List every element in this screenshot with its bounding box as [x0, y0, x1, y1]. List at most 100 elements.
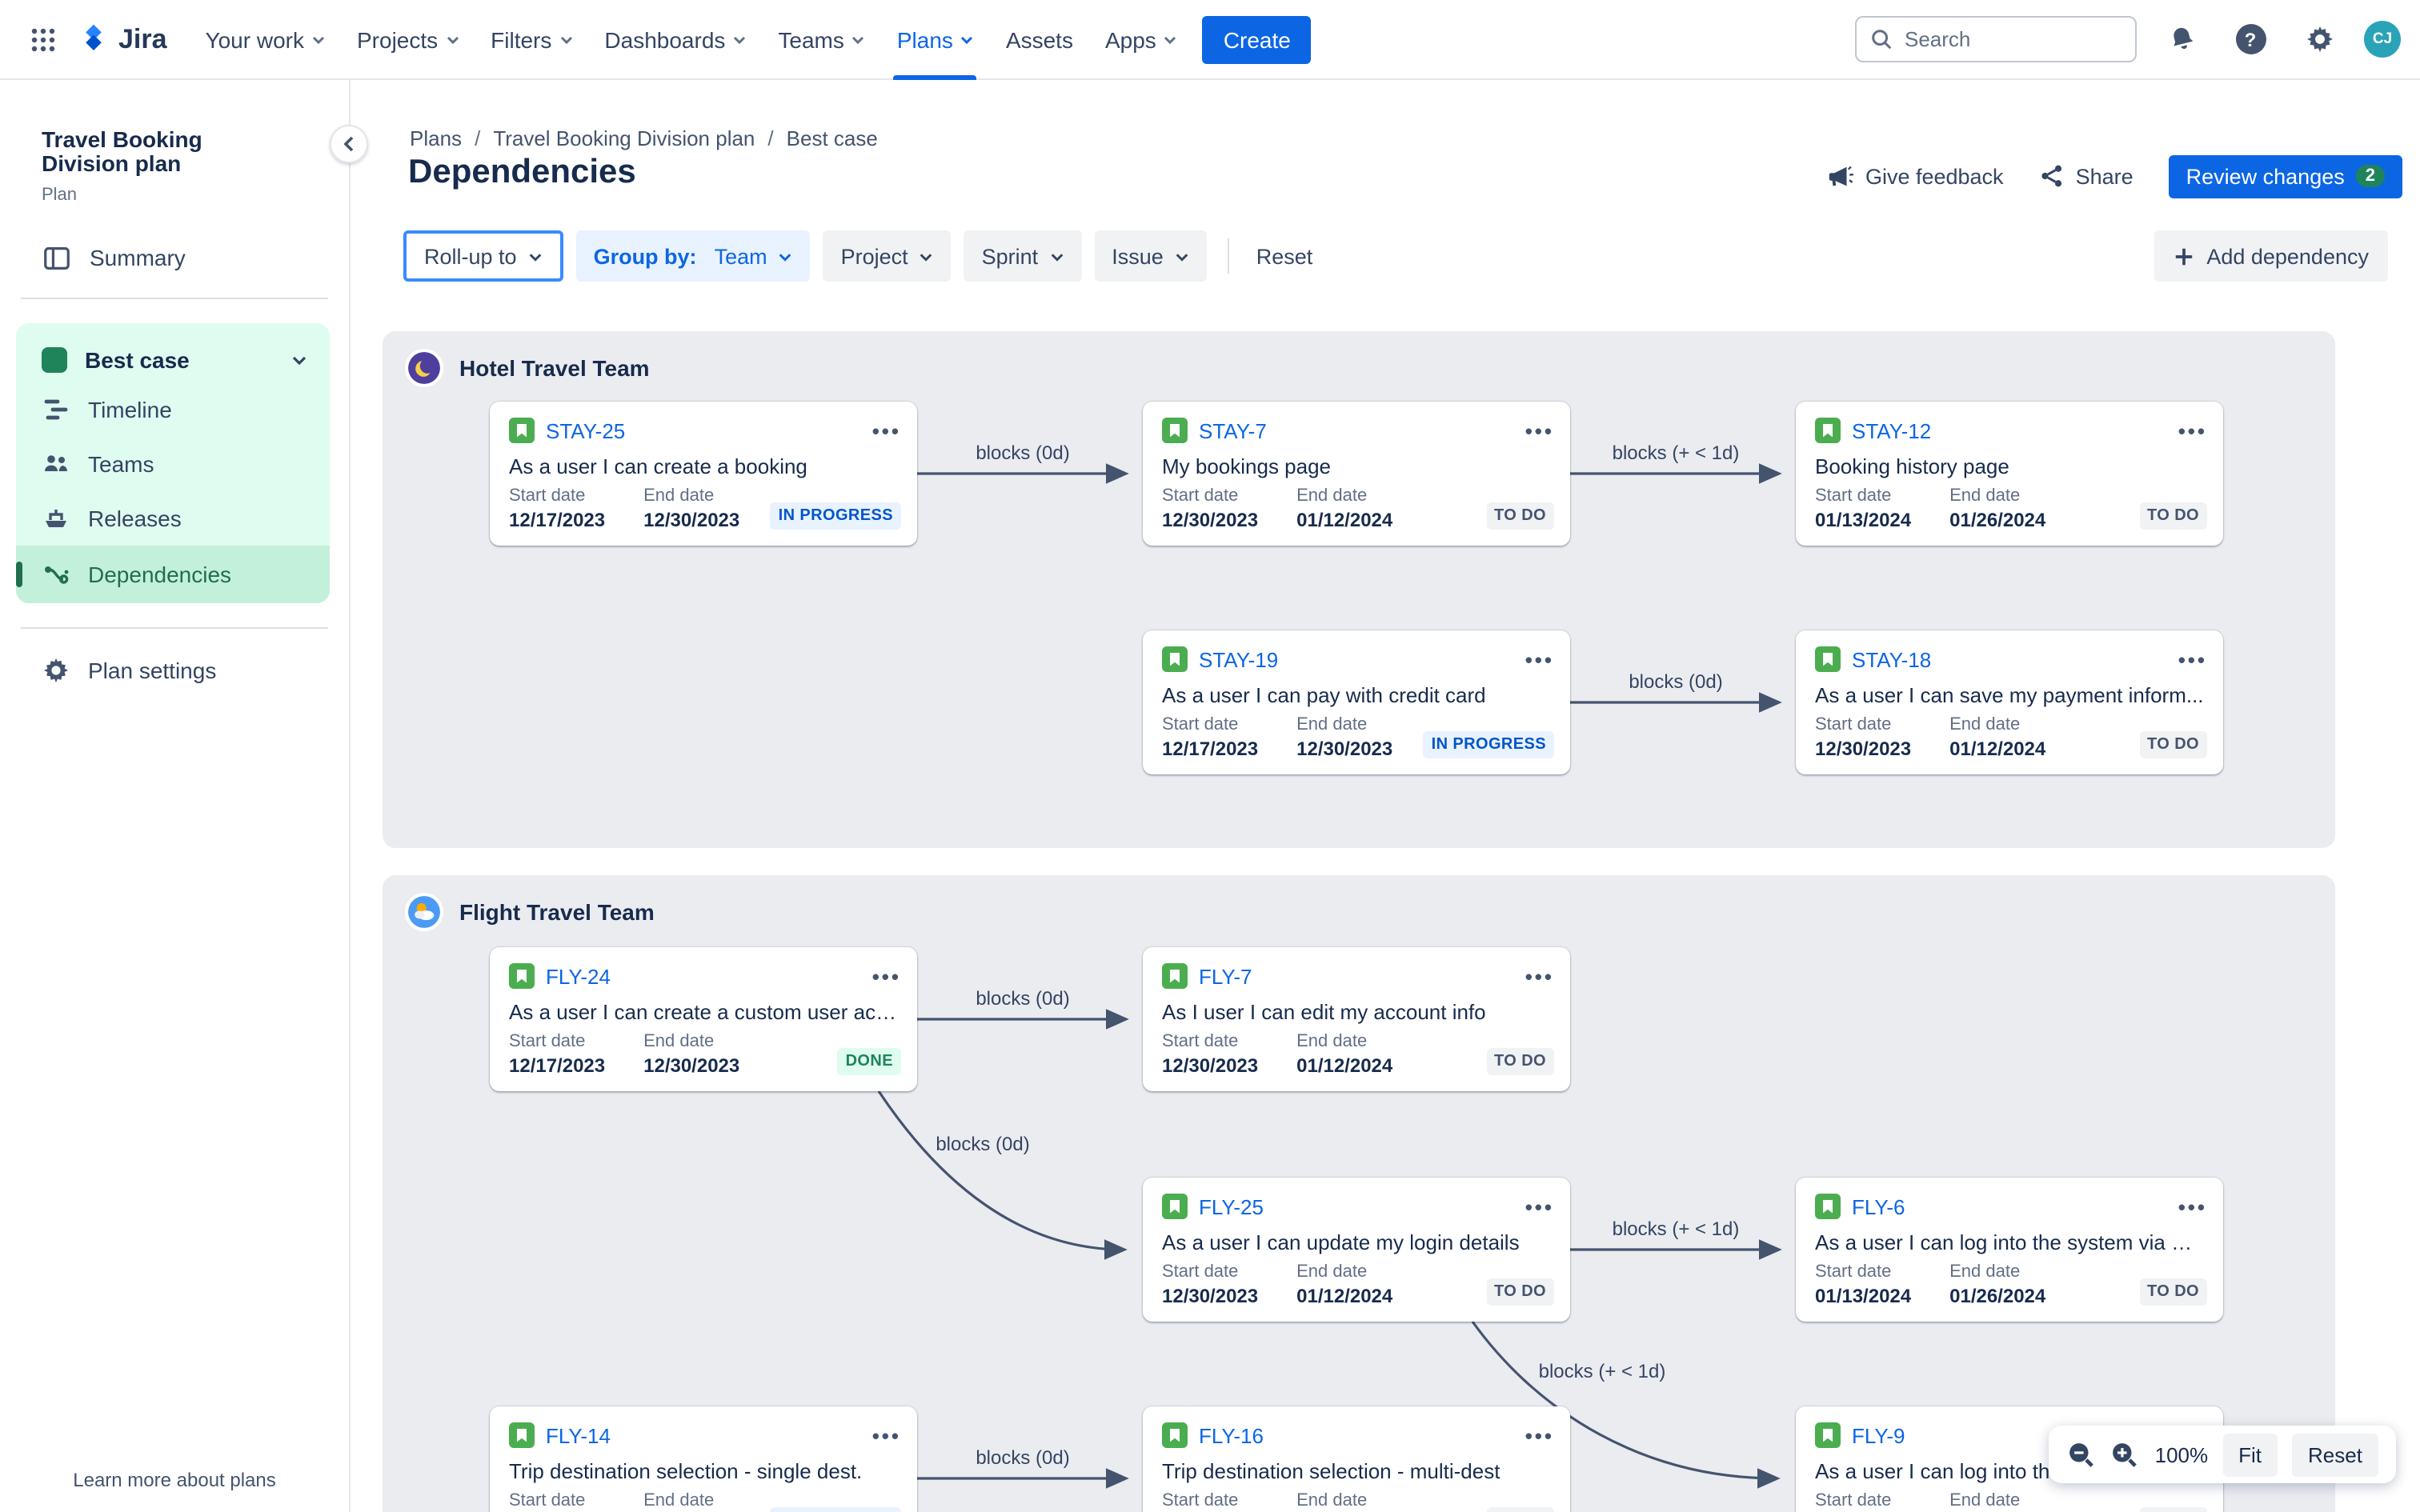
divider: [1227, 238, 1229, 274]
issue-filter-dropdown[interactable]: Issue: [1094, 230, 1207, 282]
nav-assets[interactable]: Assets: [990, 0, 1089, 79]
nav-dashboards[interactable]: Dashboards: [588, 0, 762, 79]
create-button[interactable]: Create: [1202, 15, 1312, 63]
settings-gear-icon[interactable]: [2295, 15, 2343, 63]
sidebar-item-summary[interactable]: Summary: [42, 243, 323, 274]
nav-apps[interactable]: Apps: [1089, 0, 1193, 79]
status-badge: TO DO: [2139, 502, 2207, 530]
more-actions-button[interactable]: •••: [1525, 966, 1554, 986]
share-button[interactable]: Share: [2039, 163, 2134, 189]
dependency-label[interactable]: blocks (+ < 1d): [1613, 1218, 1740, 1240]
jira-logo[interactable]: Jira: [77, 22, 167, 56]
issue-card-fly-25[interactable]: FLY-25 ••• As a user I can update my log…: [1143, 1178, 1570, 1322]
dependency-label[interactable]: blocks (0d): [976, 987, 1069, 1010]
issue-card-stay-12[interactable]: STAY-12 ••• Booking history page Start d…: [1796, 402, 2223, 546]
reset-filters-button[interactable]: Reset: [1250, 230, 1320, 282]
moon-avatar-icon: [408, 352, 440, 384]
more-actions-button[interactable]: •••: [2178, 420, 2207, 441]
chevron-down-icon: [961, 35, 973, 44]
dependency-label[interactable]: blocks (0d): [936, 1133, 1029, 1155]
dependency-label[interactable]: blocks (0d): [976, 442, 1069, 464]
sidebar-item-dependencies[interactable]: Dependencies: [16, 545, 330, 603]
chevron-down-icon: [779, 253, 791, 261]
issue-card-stay-18[interactable]: STAY-18 ••• As a user I can save my paym…: [1796, 630, 2223, 774]
sidebar-item-timeline[interactable]: Timeline: [16, 382, 330, 437]
issue-key-link[interactable]: FLY-14: [546, 1423, 611, 1447]
more-actions-button[interactable]: •••: [872, 966, 901, 986]
issue-key-link[interactable]: FLY-24: [546, 964, 611, 988]
issue-card-fly-24[interactable]: FLY-24 ••• As a user I can create a cust…: [490, 947, 917, 1091]
zoom-in-icon[interactable]: [2110, 1435, 2140, 1474]
summary-icon: [44, 246, 70, 270]
sidebar-item-teams[interactable]: Teams: [16, 437, 330, 491]
issue-key-link[interactable]: STAY-12: [1852, 418, 1931, 442]
sprint-filter-dropdown[interactable]: Sprint: [964, 230, 1082, 282]
issue-key-link[interactable]: STAY-7: [1199, 418, 1267, 442]
issue-key-link[interactable]: FLY-25: [1199, 1194, 1264, 1218]
more-actions-button[interactable]: •••: [1525, 1425, 1554, 1446]
sidebar-item-releases[interactable]: Releases: [16, 491, 330, 546]
story-icon: [1162, 1422, 1188, 1448]
rollup-dropdown[interactable]: Roll-up to: [403, 230, 563, 282]
more-actions-button[interactable]: •••: [1525, 420, 1554, 441]
reset-zoom-button[interactable]: Reset: [2292, 1433, 2378, 1476]
issue-card-stay-19[interactable]: STAY-19 ••• As a user I can pay with cre…: [1143, 630, 1570, 774]
more-actions-button[interactable]: •••: [2178, 1196, 2207, 1217]
dependency-label[interactable]: blocks (+ < 1d): [1613, 442, 1740, 464]
scenario-selector[interactable]: Best case: [16, 338, 330, 382]
zoom-out-icon[interactable]: [2066, 1435, 2096, 1474]
help-icon[interactable]: ?: [2226, 15, 2274, 63]
status-badge: IN PROGRESS: [1423, 731, 1554, 758]
nav-your-work[interactable]: Your work: [190, 0, 342, 79]
more-actions-button[interactable]: •••: [872, 420, 901, 441]
give-feedback-button[interactable]: Give feedback: [1827, 162, 2004, 190]
issue-key-link[interactable]: FLY-6: [1852, 1194, 1905, 1218]
sidebar-collapse-button[interactable]: [330, 125, 368, 163]
issue-card-fly-6[interactable]: FLY-6 ••• As a user I can log into the s…: [1796, 1178, 2223, 1322]
issue-card-fly-16[interactable]: FLY-16 ••• Trip destination selection - …: [1143, 1406, 1570, 1512]
issue-key-link[interactable]: FLY-16: [1199, 1423, 1264, 1447]
breadcrumb-scenario[interactable]: Best case: [787, 126, 878, 150]
dependency-label[interactable]: blocks (0d): [976, 1446, 1069, 1469]
chevron-down-icon: [852, 35, 864, 44]
issue-key-link[interactable]: FLY-7: [1199, 964, 1252, 988]
issue-key-link[interactable]: FLY-9: [1852, 1423, 1905, 1447]
user-avatar[interactable]: CJ: [2364, 21, 2401, 58]
add-dependency-button[interactable]: Add dependency: [2154, 230, 2388, 282]
nav-filters[interactable]: Filters: [475, 0, 588, 79]
issue-key-link[interactable]: STAY-19: [1199, 647, 1278, 671]
dependency-label[interactable]: blocks (+ < 1d): [1539, 1360, 1666, 1382]
project-filter-dropdown[interactable]: Project: [823, 230, 952, 282]
issue-key-link[interactable]: STAY-18: [1852, 647, 1931, 671]
app-switcher-icon[interactable]: [19, 15, 67, 63]
issue-card-fly-14[interactable]: FLY-14 ••• Trip destination selection - …: [490, 1406, 917, 1512]
sidebar-item-plan-settings[interactable]: Plan settings: [42, 656, 323, 685]
nav-projects[interactable]: Projects: [341, 0, 475, 79]
notifications-bell-icon[interactable]: [2158, 15, 2206, 63]
group-by-dropdown[interactable]: Group by: Team: [575, 230, 811, 282]
issue-card-stay-25[interactable]: STAY-25 ••• As a user I can create a boo…: [490, 402, 917, 546]
issue-card-stay-7[interactable]: STAY-7 ••• My bookings page Start date 12…: [1143, 402, 1570, 546]
dependency-label[interactable]: blocks (0d): [1629, 670, 1722, 693]
more-actions-button[interactable]: •••: [2178, 649, 2207, 670]
breadcrumb-plans[interactable]: Plans: [410, 126, 462, 150]
fit-button[interactable]: Fit: [2222, 1433, 2278, 1476]
nav-plans[interactable]: Plans: [881, 0, 990, 79]
search-input[interactable]: [1905, 27, 2097, 51]
issue-card-fly-7[interactable]: FLY-7 ••• As I user I can edit my accoun…: [1143, 947, 1570, 1091]
more-actions-button[interactable]: •••: [872, 1425, 901, 1446]
breadcrumb-plan-name[interactable]: Travel Booking Division plan: [493, 126, 755, 150]
issue-title: As a user I can pay with credit card: [1162, 683, 1486, 707]
issue-title: As I user I can edit my account info: [1162, 1000, 1486, 1024]
more-actions-button[interactable]: •••: [1525, 1196, 1554, 1217]
issue-key-link[interactable]: STAY-25: [546, 418, 625, 442]
global-search[interactable]: [1855, 16, 2137, 62]
more-actions-button[interactable]: •••: [1525, 649, 1554, 670]
plan-title: Travel Booking Division plan: [42, 126, 202, 177]
review-changes-button[interactable]: Review changes 2: [2168, 154, 2402, 198]
issue-title: As a user I can create a custom user acc…: [509, 1000, 898, 1024]
divider: [21, 297, 328, 299]
nav-teams[interactable]: Teams: [762, 0, 880, 79]
issue-title: As a user I can create a booking: [509, 454, 807, 478]
learn-more-link[interactable]: Learn more about plans: [0, 1469, 349, 1491]
